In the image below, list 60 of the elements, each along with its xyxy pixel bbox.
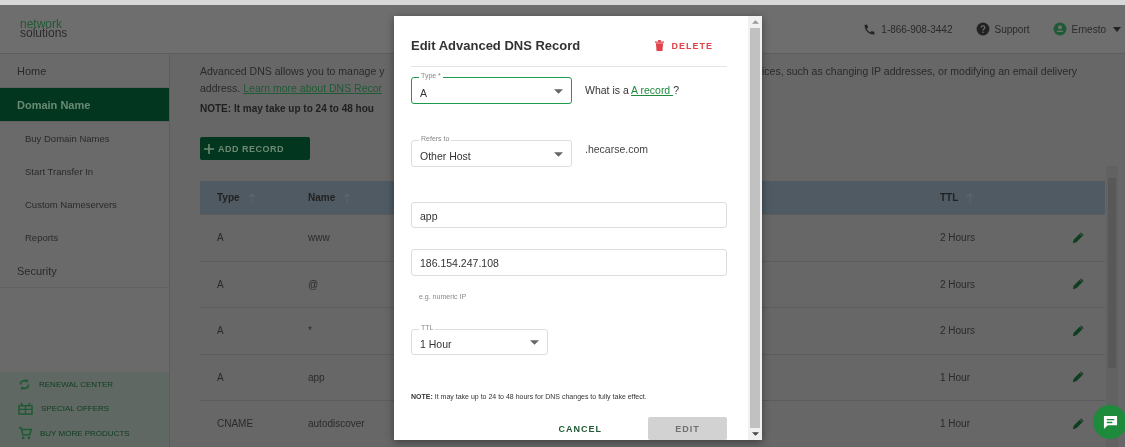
delete-button[interactable]: DELETE (655, 40, 727, 52)
support-link[interactable]: Support (994, 23, 1030, 35)
ip-input[interactable]: 186.154.247.108 (411, 249, 727, 276)
table-cell: A (217, 325, 224, 337)
sidebar-link[interactable]: BUY MORE PRODUCTS (40, 428, 130, 438)
trash-icon (655, 40, 665, 52)
plus-icon (204, 143, 214, 154)
sidebar-item[interactable]: Reports (0, 221, 169, 254)
dropdown-arrow-icon (554, 151, 563, 157)
column-header[interactable]: TTL (940, 192, 959, 203)
logo[interactable]: network solutions (20, 20, 68, 38)
note-text: NOTE: It may take up to 24 to 48 hou (200, 103, 374, 116)
sidebar-item[interactable]: Start Transfer In (0, 155, 169, 188)
caret-icon (1113, 26, 1121, 32)
table-cell: 2 Hours (940, 232, 975, 244)
table-cell: A (217, 371, 224, 383)
sidebar-item[interactable]: Buy Domain Names (0, 122, 169, 155)
dropdown-arrow-icon (554, 88, 563, 94)
table-cell: www (308, 232, 330, 244)
column-header[interactable]: Name (308, 192, 336, 203)
cancel-button[interactable]: CANCEL (552, 422, 608, 435)
dialog-title: Edit Advanced DNS Record (411, 38, 581, 54)
dialog-scrollbar[interactable] (748, 16, 762, 440)
table-cell: CNAME (217, 418, 254, 430)
pencil-icon[interactable] (1072, 278, 1084, 291)
add-record-button[interactable]: ADD RECORD (200, 137, 310, 160)
domain-suffix: .hecarse.com (585, 143, 649, 156)
pencil-icon[interactable] (1072, 231, 1084, 244)
refresh-icon (18, 378, 31, 391)
table-cell: 2 Hours (940, 325, 975, 337)
help-icon (975, 22, 990, 36)
host-input[interactable]: app (411, 201, 727, 229)
column-header[interactable]: Type (217, 192, 240, 203)
pencil-icon[interactable] (1072, 324, 1084, 337)
phone-number[interactable]: 1-866-908-3442 (881, 23, 953, 35)
sidebar-link[interactable]: RENEWAL CENTER (39, 380, 114, 389)
gift-icon (18, 402, 33, 415)
dns-records-link[interactable]: Learn more about DNS Recor (243, 82, 383, 94)
table-cell: autodiscover (308, 418, 365, 430)
table-cell: A (217, 278, 224, 290)
sidebar-item[interactable]: Security (0, 254, 169, 288)
a-record-link[interactable]: A record (631, 84, 674, 97)
scroll-down-icon (751, 432, 759, 436)
dropdown-arrow-icon (530, 340, 539, 345)
table-cell: A (217, 232, 224, 244)
user-menu[interactable]: Ernesto (1071, 23, 1106, 35)
pencil-icon[interactable] (1072, 371, 1084, 384)
table-cell: 2 Hours (940, 278, 975, 290)
phone-icon (863, 22, 877, 36)
sidebar-link[interactable]: SPECIAL OFFERS (41, 404, 110, 413)
intro-text: address. (200, 82, 241, 94)
avatar-icon (1052, 22, 1067, 36)
table-cell: @ (308, 278, 319, 290)
table-cell: * (308, 325, 312, 337)
pencil-icon[interactable] (1072, 417, 1084, 430)
sidebar-item[interactable]: Domain Name (0, 88, 169, 122)
help-text: What is a A record ? (585, 84, 679, 97)
scroll-up-icon (751, 20, 759, 24)
chat-icon (1102, 414, 1118, 430)
cart-icon (18, 426, 32, 440)
